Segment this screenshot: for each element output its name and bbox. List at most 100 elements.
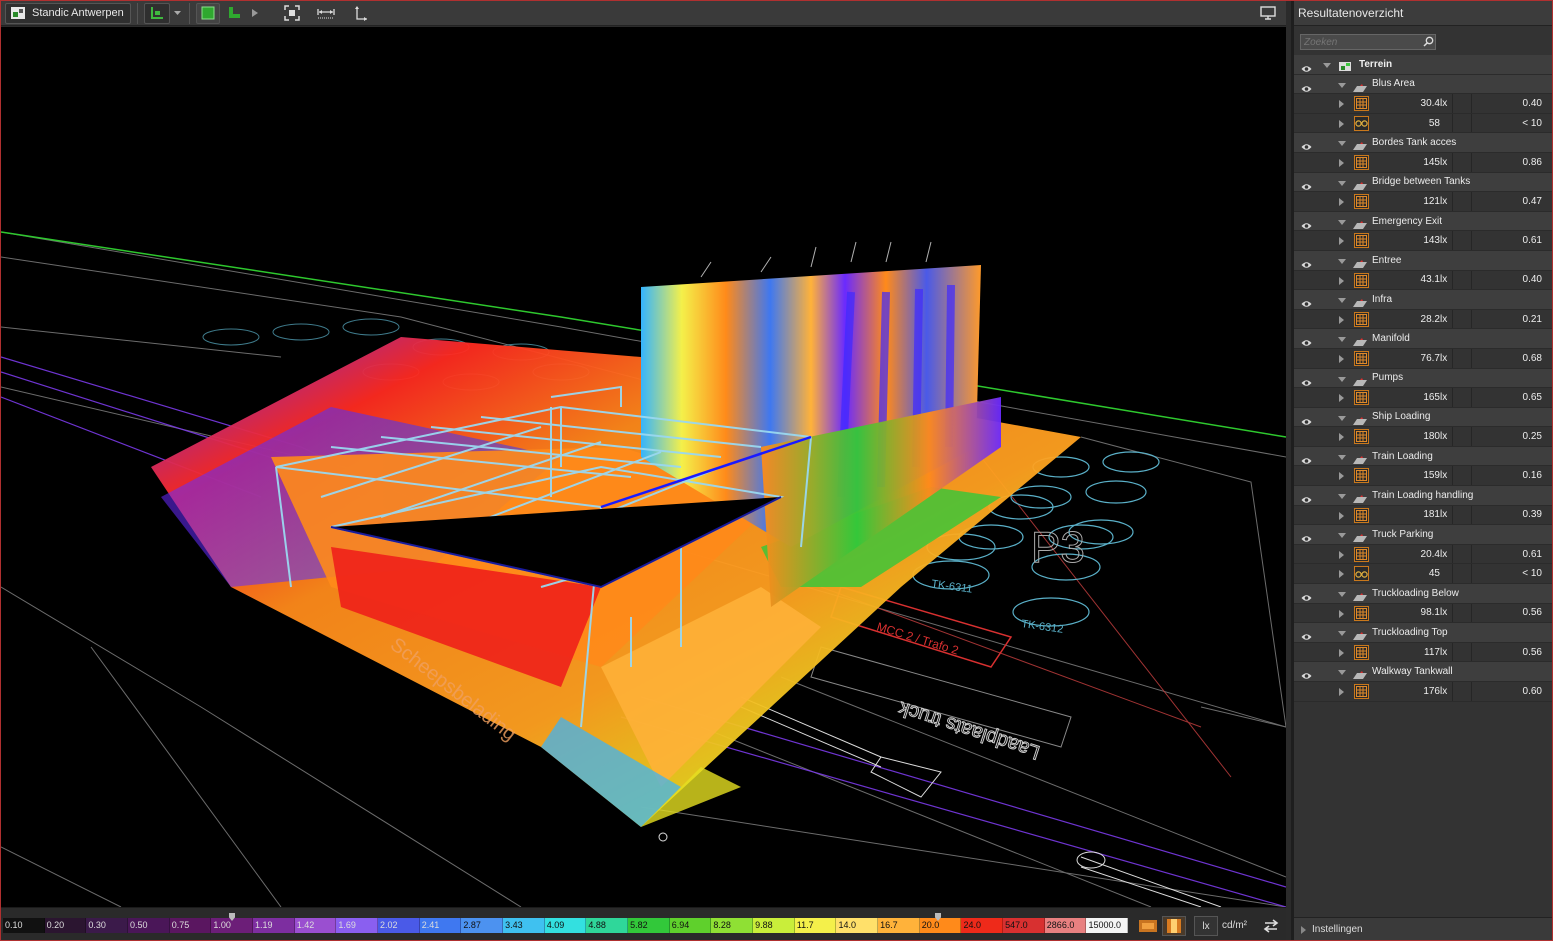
legend-cell: 3.43 bbox=[503, 918, 545, 933]
collapse-arrow-icon[interactable] bbox=[1338, 298, 1346, 304]
tree-group-row[interactable]: Blus Area bbox=[1294, 74, 1552, 95]
3d-viewport[interactable]: Scheepsbelading Laadplaats truck MCC 2 /… bbox=[1, 27, 1286, 907]
result-value-row[interactable]: 181 lx 0.39 bbox=[1294, 505, 1552, 526]
collapse-arrow-icon[interactable] bbox=[1338, 454, 1346, 460]
tree-group-row[interactable]: Train Loading bbox=[1294, 446, 1552, 467]
wireframe-view-button[interactable] bbox=[223, 3, 245, 24]
result-value-row[interactable]: 143 lx 0.61 bbox=[1294, 231, 1552, 251]
toolbar: Standic Antwerpen bbox=[1, 1, 1286, 26]
collapse-arrow-icon[interactable] bbox=[1338, 631, 1346, 637]
result-value-row[interactable]: 117 lx 0.56 bbox=[1294, 642, 1552, 663]
tree-group-row[interactable]: Truckloading Top bbox=[1294, 623, 1552, 643]
screen-button[interactable] bbox=[1260, 6, 1276, 25]
collapse-arrow-icon[interactable] bbox=[1338, 376, 1346, 382]
group-name: Truckloading Top bbox=[1372, 627, 1448, 639]
expand-arrow-icon[interactable] bbox=[1339, 550, 1344, 559]
tree-group-row[interactable]: Truckloading Below bbox=[1294, 584, 1552, 604]
result-value-row[interactable]: 43.1 lx 0.40 bbox=[1294, 270, 1552, 291]
search-icon[interactable] bbox=[1423, 36, 1434, 47]
result-value-row[interactable]: 145 lx 0.86 bbox=[1294, 152, 1552, 173]
result-value-row[interactable]: 30.4 lx 0.40 bbox=[1294, 94, 1552, 114]
measure-horizontal-button[interactable] bbox=[314, 3, 338, 24]
collapse-arrow-icon[interactable] bbox=[1338, 141, 1346, 147]
expand-arrow-icon[interactable] bbox=[1339, 354, 1344, 363]
result-value-row[interactable]: 180 lx 0.25 bbox=[1294, 427, 1552, 447]
result-value-row[interactable]: 176 lx 0.60 bbox=[1294, 682, 1552, 702]
project-button[interactable]: Standic Antwerpen bbox=[5, 2, 131, 24]
collapse-arrow-icon[interactable] bbox=[1338, 337, 1346, 343]
unit-lx-button[interactable]: lx bbox=[1194, 916, 1218, 936]
legend-cell: 9.88 bbox=[753, 918, 795, 933]
view-mode-dropdown[interactable] bbox=[173, 3, 183, 24]
cell-divider bbox=[1471, 113, 1472, 133]
legend-scale[interactable]: 0.10 0.20 0.30 0.50 0.75 1.00 1.19 1.42 1.69 2.02… bbox=[3, 918, 1129, 933]
tree-group-row[interactable]: Entree bbox=[1294, 250, 1552, 271]
collapse-arrow-icon[interactable] bbox=[1338, 670, 1346, 676]
expand-arrow-icon[interactable] bbox=[1339, 100, 1344, 109]
result-value-row[interactable]: 165 lx 0.65 bbox=[1294, 388, 1552, 408]
tree-group-row[interactable]: Bordes Tank acces bbox=[1294, 133, 1552, 153]
tree-group-row[interactable]: Pumps bbox=[1294, 368, 1552, 389]
tree-group-row[interactable]: Bridge between Tanks bbox=[1294, 172, 1552, 193]
result-value-row[interactable]: 76.7 lx 0.68 bbox=[1294, 348, 1552, 369]
tree-root-terrein[interactable]: Terrein bbox=[1294, 55, 1552, 75]
expand-arrow-icon[interactable] bbox=[1339, 119, 1344, 128]
tree-group-row[interactable]: Walkway Tankwall bbox=[1294, 662, 1552, 682]
collapse-arrow-icon[interactable] bbox=[1338, 180, 1346, 186]
unit-lx-label: lx bbox=[1202, 920, 1210, 932]
result-value-row[interactable]: 58 < 10 bbox=[1294, 113, 1552, 134]
project-icon bbox=[11, 7, 25, 19]
expand-arrow-icon[interactable] bbox=[1339, 688, 1344, 696]
group-name: Truckloading Below bbox=[1372, 587, 1459, 599]
expand-arrow-icon[interactable] bbox=[1339, 276, 1344, 285]
collapse-arrow-icon[interactable] bbox=[1338, 494, 1346, 500]
color-legend: 0.10 0.20 0.30 0.50 0.75 1.00 1.19 1.42 1.69 2.02… bbox=[1, 907, 1286, 940]
expand-arrow-icon[interactable] bbox=[1339, 472, 1344, 481]
result-ratio: 0.61 bbox=[1522, 548, 1542, 560]
expand-arrow-icon[interactable] bbox=[1339, 198, 1344, 207]
expand-arrow-icon[interactable] bbox=[1339, 609, 1344, 618]
tree-group-row[interactable]: Train Loading handling bbox=[1294, 486, 1552, 506]
expand-arrow-icon[interactable] bbox=[1339, 433, 1344, 442]
result-value-row[interactable]: 121 lx 0.47 bbox=[1294, 192, 1552, 212]
result-ratio: 0.61 bbox=[1522, 235, 1542, 247]
tree-group-row[interactable]: Emergency Exit bbox=[1294, 211, 1552, 232]
unit-cd-label[interactable]: cd/m² bbox=[1222, 920, 1247, 931]
expand-arrow-icon[interactable] bbox=[1339, 648, 1344, 657]
swap-button[interactable] bbox=[1259, 916, 1283, 936]
search-input[interactable] bbox=[1300, 34, 1436, 50]
result-value-row[interactable]: 28.2 lx 0.21 bbox=[1294, 309, 1552, 330]
collapse-arrow-icon[interactable] bbox=[1338, 219, 1346, 225]
expand-arrow-icon[interactable] bbox=[1339, 511, 1344, 520]
tree-group-row[interactable]: Ship Loading bbox=[1294, 407, 1552, 428]
collapse-arrow-icon[interactable] bbox=[1323, 63, 1331, 68]
collapse-arrow-icon[interactable] bbox=[1338, 415, 1346, 421]
result-value-row[interactable]: 45 < 10 bbox=[1294, 564, 1552, 585]
solid-view-button[interactable] bbox=[195, 2, 220, 24]
tree-group-row[interactable]: Manifold bbox=[1294, 329, 1552, 349]
measure-vertical-button[interactable] bbox=[348, 3, 372, 24]
expand-arrow-icon[interactable] bbox=[1339, 158, 1344, 167]
tree-group-row[interactable]: Truck Parking bbox=[1294, 525, 1552, 545]
result-value-row[interactable]: 98.1 lx 0.56 bbox=[1294, 603, 1552, 624]
palette-gradient-button[interactable] bbox=[1162, 916, 1186, 936]
fit-to-view-button[interactable] bbox=[280, 3, 304, 24]
collapse-arrow-icon[interactable] bbox=[1338, 82, 1346, 88]
expand-arrow-icon[interactable] bbox=[1339, 237, 1344, 246]
palette-button[interactable] bbox=[1137, 916, 1159, 936]
collapse-arrow-icon[interactable] bbox=[1338, 258, 1346, 264]
collapse-arrow-icon[interactable] bbox=[1338, 592, 1346, 598]
expand-arrow-icon[interactable] bbox=[1339, 315, 1344, 324]
cell-divider bbox=[1452, 544, 1453, 564]
expand-arrow-icon[interactable] bbox=[1339, 394, 1344, 403]
result-value-row[interactable]: 159 lx 0.16 bbox=[1294, 466, 1552, 487]
grid-icon bbox=[1354, 96, 1369, 112]
collapse-arrow-icon[interactable] bbox=[1338, 533, 1346, 539]
tree-group-row[interactable]: Infra bbox=[1294, 290, 1552, 310]
result-unit: lx bbox=[1440, 97, 1448, 109]
settings-footer[interactable]: Instellingen bbox=[1294, 917, 1552, 940]
expand-arrow-icon[interactable] bbox=[1339, 570, 1344, 579]
play-button[interactable] bbox=[248, 3, 262, 24]
result-value-row[interactable]: 20.4 lx 0.61 bbox=[1294, 544, 1552, 565]
view-mode-button[interactable] bbox=[143, 2, 170, 24]
